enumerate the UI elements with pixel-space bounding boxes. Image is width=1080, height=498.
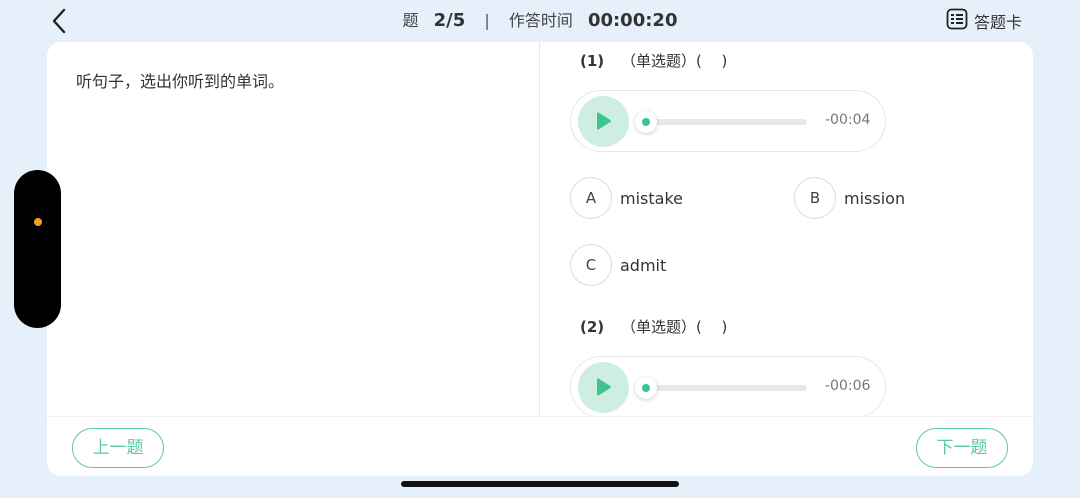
question-2-progress-track[interactable] xyxy=(643,385,807,391)
status-dot xyxy=(34,218,42,226)
question-1-progress-track[interactable] xyxy=(643,119,807,125)
floating-side-handle[interactable] xyxy=(14,170,61,328)
home-indicator[interactable] xyxy=(401,481,679,487)
option-b-text: mission xyxy=(844,188,906,208)
question-2-play-button[interactable] xyxy=(578,362,629,413)
answer-card-label: 答题卡 xyxy=(973,13,1022,32)
question-prompt: 听句子，选出你听到的单词。 xyxy=(76,72,285,91)
next-question-button[interactable]: 下一题 xyxy=(916,428,1008,468)
question-1-audio-player: -00:04 xyxy=(570,90,886,152)
option-c-letter: C xyxy=(570,244,612,286)
option-a-text: mistake xyxy=(620,188,683,208)
answer-pane[interactable]: (1) （单选题）( ) -00:04 A mistake B mission … xyxy=(540,42,1033,416)
question-1-duration: -00:04 xyxy=(825,112,871,128)
question-2-duration: -00:06 xyxy=(825,378,871,394)
question-1-play-button[interactable] xyxy=(578,96,629,147)
bottom-nav-bar: 上一题 下一题 xyxy=(47,416,1033,476)
prompt-pane: 听句子，选出你听到的单词。 xyxy=(47,42,540,416)
option-b[interactable]: B mission xyxy=(794,177,905,219)
answer-card-grid-icon xyxy=(946,8,968,34)
question-1-progress-knob[interactable] xyxy=(635,111,657,133)
question-2-type: （单选题）( ) xyxy=(620,318,728,336)
question-2-audio-player: -00:06 xyxy=(570,356,886,416)
option-a[interactable]: A mistake xyxy=(570,177,683,219)
play-icon xyxy=(597,112,611,130)
answer-card-button[interactable]: 答题卡 xyxy=(946,8,1022,34)
header-status: 题 2/5 | 作答时间 00:00:20 xyxy=(0,8,1080,34)
question-2-header: (2) （单选题）( ) xyxy=(580,316,727,337)
prev-question-button[interactable]: 上一题 xyxy=(72,428,164,468)
question-progress: 2/5 xyxy=(433,10,466,31)
option-c-text: admit xyxy=(620,255,667,275)
time-label: 作答时间 xyxy=(508,11,573,30)
option-a-letter: A xyxy=(570,177,612,219)
top-bar: 题 2/5 | 作答时间 00:00:20 答题卡 xyxy=(0,0,1080,42)
question-1-number: (1) xyxy=(580,52,605,70)
option-c[interactable]: C admit xyxy=(570,244,666,286)
header-separator: | xyxy=(484,11,490,30)
option-b-letter: B xyxy=(794,177,836,219)
question-1-type: （单选题）( ) xyxy=(620,52,728,70)
question-card: 听句子，选出你听到的单词。 (1) （单选题）( ) -00:04 A mist… xyxy=(47,42,1033,476)
question-1-header: (1) （单选题）( ) xyxy=(580,50,727,71)
question-2-progress-knob[interactable] xyxy=(635,377,657,399)
play-icon xyxy=(597,378,611,396)
elapsed-time: 00:00:20 xyxy=(587,10,678,31)
question-label: 题 xyxy=(402,11,419,30)
question-2-number: (2) xyxy=(580,318,605,336)
